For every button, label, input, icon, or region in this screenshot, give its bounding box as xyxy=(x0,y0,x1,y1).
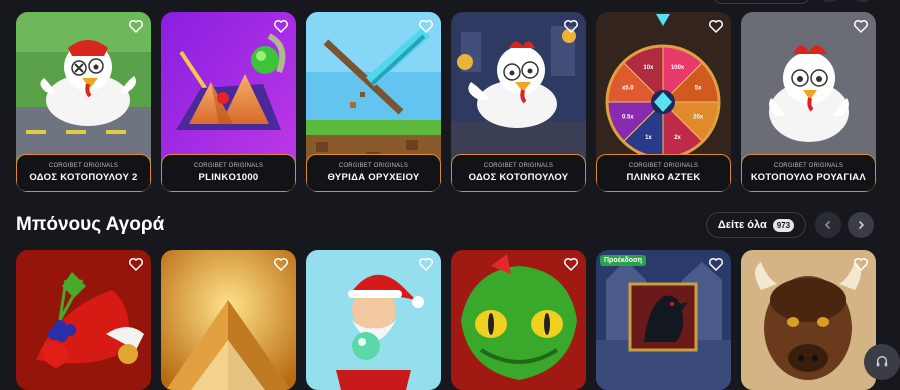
headset-icon xyxy=(876,356,888,367)
top-see-all-button[interactable] xyxy=(713,0,810,4)
game-card-raven[interactable]: Προέκδοση xyxy=(596,250,731,390)
next-button[interactable] xyxy=(848,212,874,238)
heart-icon[interactable] xyxy=(853,256,869,272)
game-card-buffalo[interactable] xyxy=(741,250,876,390)
heart-icon[interactable] xyxy=(418,256,434,272)
heart-icon[interactable] xyxy=(273,18,289,34)
wheel-segment-label: 10x xyxy=(643,65,654,71)
game-label: CORGIBET ORIGINALS ΟΔΟΣ ΚΟΤΟΠΟΥΛΟΥ xyxy=(451,154,586,192)
heart-icon[interactable] xyxy=(128,18,144,34)
game-card-fruit-hat[interactable] xyxy=(16,250,151,390)
heart-icon[interactable] xyxy=(563,256,579,272)
heart-icon[interactable] xyxy=(853,18,869,34)
see-all-button[interactable]: Δείτε όλα 973 xyxy=(706,212,806,238)
wheel-segment-label: 5x xyxy=(695,85,702,91)
game-card-chicken-road[interactable]: CORGIBET ORIGINALS ΟΔΟΣ ΚΟΤΟΠΟΥΛΟΥ xyxy=(451,12,586,192)
chevron-right-icon xyxy=(858,220,865,230)
game-provider: CORGIBET ORIGINALS xyxy=(338,163,409,169)
game-label: CORGIBET ORIGINALS PLINKO1000 xyxy=(161,154,296,192)
game-provider: CORGIBET ORIGINALS xyxy=(483,163,554,169)
wheel-segment-label: x5.0 xyxy=(622,85,634,91)
game-label: CORGIBET ORIGINALS ΘΥΡΙΔΑ ΟΡΥΧΕΙΟΥ xyxy=(306,154,441,192)
game-title: PLINKO1000 xyxy=(198,172,259,183)
game-label: CORGIBET ORIGINALS ΟΔΟΣ ΚΟΤΟΠΟΥΛΟΥ 2 xyxy=(16,154,151,192)
chevron-left-icon xyxy=(824,220,831,230)
wheel-segment-label: 100x xyxy=(671,65,685,71)
game-title: ΟΔΟΣ ΚΟΤΟΠΟΥΛΟΥ xyxy=(468,172,569,183)
heart-icon[interactable] xyxy=(708,18,724,34)
top-prev-button[interactable] xyxy=(818,0,840,2)
wheel-segment-label: 1x xyxy=(645,135,652,141)
game-provider: CORGIBET ORIGINALS xyxy=(193,163,264,169)
game-title: ΚΟΤΟΠΟΥΛΟ ΡΟΥΑΓΙΑΛ xyxy=(750,172,867,183)
section-title: Μπόνους Αγορά xyxy=(16,214,165,235)
heart-icon[interactable] xyxy=(563,18,579,34)
game-title: ΠΛΙΝΚΟ ΑΖΤΕΚ xyxy=(626,172,701,183)
game-title: ΟΔΟΣ ΚΟΤΟΠΟΥΛΟΥ 2 xyxy=(29,172,138,183)
game-card-plinko1000[interactable]: CORGIBET ORIGINALS PLINKO1000 xyxy=(161,12,296,192)
heart-icon[interactable] xyxy=(418,18,434,34)
game-card-golden-pyramid[interactable] xyxy=(161,250,296,390)
game-card-chicken-road-2[interactable]: CORGIBET ORIGINALS ΟΔΟΣ ΚΟΤΟΠΟΥΛΟΥ 2 xyxy=(16,12,151,192)
game-provider: CORGIBET ORIGINALS xyxy=(773,163,844,169)
game-card-chicken-royale[interactable]: CORGIBET ORIGINALS ΚΟΤΟΠΟΥΛΟ ΡΟΥΑΓΙΑΛ xyxy=(741,12,876,192)
support-chat-button[interactable] xyxy=(864,344,900,380)
heart-icon[interactable] xyxy=(273,256,289,272)
promo-badge: Προέκδοση xyxy=(600,255,647,266)
see-all-label: Δείτε όλα xyxy=(717,219,767,231)
game-card-santa[interactable] xyxy=(306,250,441,390)
game-title: ΘΥΡΙΔΑ ΟΡΥΧΕΙΟΥ xyxy=(327,172,420,183)
game-label: CORGIBET ORIGINALS ΠΛΙΝΚΟ ΑΖΤΕΚ xyxy=(596,154,731,192)
top-next-button[interactable] xyxy=(852,0,874,2)
game-provider: CORGIBET ORIGINALS xyxy=(48,163,119,169)
wheel-segment-label: 20x xyxy=(693,115,704,121)
prev-button[interactable] xyxy=(815,212,841,238)
game-card-aztec-plinko[interactable]: 100x 5x 20x 2x 1x 0.5x x5.0 10x CORGIBET ORIGIN… xyxy=(596,12,731,192)
game-label: CORGIBET ORIGINALS ΚΟΤΟΠΟΥΛΟ ΡΟΥΑΓΙΑΛ xyxy=(741,154,876,192)
wheel-segment-label: 2x xyxy=(674,135,681,141)
game-card-snake[interactable] xyxy=(451,250,586,390)
game-card-mine-slot[interactable]: CORGIBET ORIGINALS ΘΥΡΙΔΑ ΟΡΥΧΕΙΟΥ xyxy=(306,12,441,192)
wheel-segment-label: 0.5x xyxy=(622,115,634,121)
heart-icon[interactable] xyxy=(708,256,724,272)
heart-icon[interactable] xyxy=(128,256,144,272)
game-count-badge: 973 xyxy=(772,218,795,232)
game-provider: CORGIBET ORIGINALS xyxy=(628,163,699,169)
